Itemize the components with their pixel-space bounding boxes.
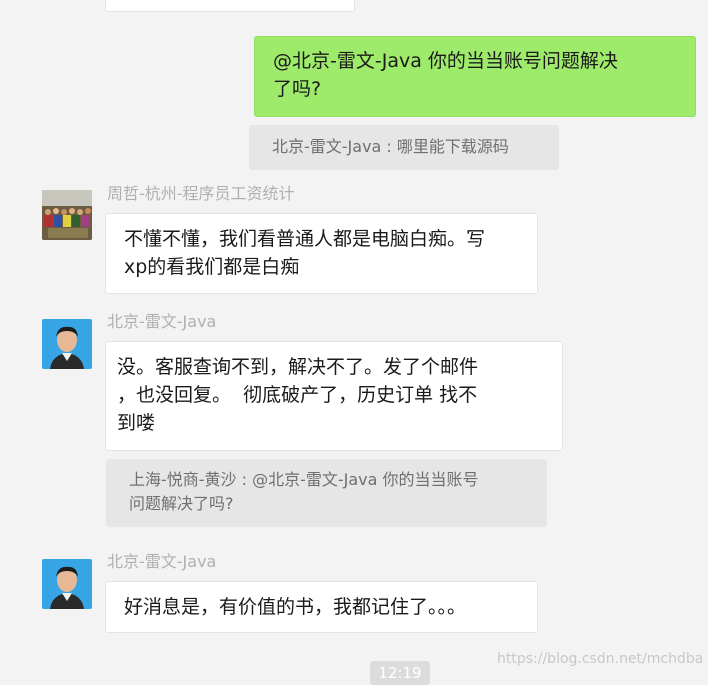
group-photo-icon (42, 190, 92, 240)
message-bubble-partial[interactable] (105, 0, 355, 12)
quoted-message[interactable]: 北京-雷文-Java : 哪里能下载源码 (249, 125, 559, 170)
man-photo-icon (42, 319, 92, 369)
watermark: https://blog.csdn.net/mchdba (497, 651, 704, 667)
sender-name: 周哲-杭州-程序员工资统计 (107, 184, 295, 203)
timestamp: 12:19 (370, 661, 430, 685)
man-photo-icon (42, 559, 92, 609)
sender-name: 北京-雷文-Java (107, 312, 217, 331)
message-bubble-self[interactable]: @北京-雷文-Java 你的当当账号问题解决 了吗? (254, 36, 696, 117)
avatar-man-photo-icon[interactable] (42, 559, 92, 609)
message-bubble-incoming[interactable]: 没。客服查询不到，解决不了。发了个邮件 ，也没回复。 彻底破产了，历史订单 找不… (105, 341, 563, 451)
message-bubble-incoming[interactable]: 好消息是，有价值的书，我都记住了。。。 (105, 581, 538, 633)
quoted-message[interactable]: 上海-悦商-黄沙 : @北京-雷文-Java 你的当当账号 问题解决了吗? (106, 459, 547, 527)
avatar-man-photo-icon[interactable] (42, 319, 92, 369)
avatar-group-photo-icon[interactable] (42, 190, 92, 240)
message-bubble-incoming[interactable]: 不懂不懂，我们看普通人都是电脑白痴。写 xp的看我们都是白痴 (105, 213, 538, 294)
sender-name: 北京-雷文-Java (107, 552, 217, 571)
